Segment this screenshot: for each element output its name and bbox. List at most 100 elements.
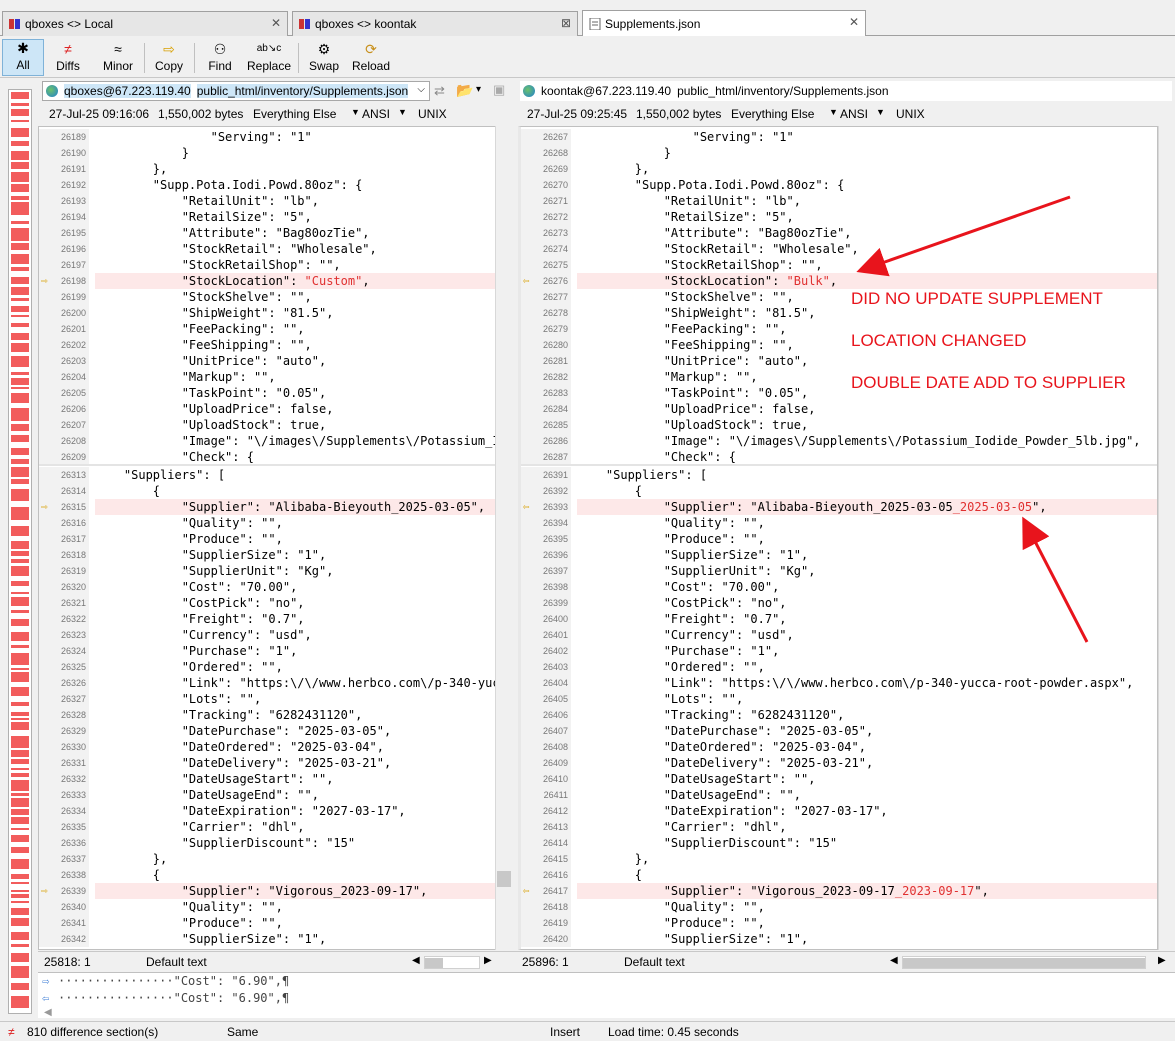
- arrow-right-icon[interactable]: ⇨: [41, 885, 48, 897]
- code-line[interactable]: 26334 "DateExpiration": "2027-03-17",: [39, 803, 497, 819]
- code-line[interactable]: 26395 "Produce": "",: [521, 531, 1157, 547]
- code-line[interactable]: 26325 "Ordered": "",: [39, 659, 497, 675]
- replace-button[interactable]: ab↘c Replace: [246, 39, 292, 76]
- arrow-right-icon[interactable]: ⇨: [41, 275, 48, 287]
- diff-marker[interactable]: [11, 393, 29, 403]
- diff-marker[interactable]: [11, 944, 29, 947]
- code-line[interactable]: 26410 "DateUsageStart": "",: [521, 771, 1157, 787]
- diff-marker[interactable]: [11, 702, 29, 706]
- diff-marker[interactable]: [11, 267, 29, 271]
- diff-marker[interactable]: [11, 448, 29, 455]
- diff-marker[interactable]: [11, 835, 29, 842]
- code-line[interactable]: 26342 "SupplierSize": "1",: [39, 931, 497, 947]
- diff-marker[interactable]: [11, 435, 29, 442]
- scroll-right-icon[interactable]: ▶: [484, 955, 492, 966]
- diff-marker[interactable]: [11, 780, 29, 791]
- code-line[interactable]: 26205 "TaskPoint": "0.05",: [39, 385, 497, 401]
- code-line[interactable]: 26409 "DateDelivery": "2025-03-21",: [521, 755, 1157, 771]
- tab-supplements-json[interactable]: Supplements.json ✕: [582, 10, 866, 36]
- diff-marker[interactable]: [11, 306, 29, 312]
- diff-marker[interactable]: [11, 610, 29, 613]
- diff-marker[interactable]: [11, 120, 29, 122]
- code-line[interactable]: 26335 "Carrier": "dhl",: [39, 819, 497, 835]
- code-line[interactable]: 26329 "DatePurchase": "2025-03-05",: [39, 723, 497, 739]
- code-line[interactable]: 26416 {: [521, 867, 1157, 883]
- scroll-left-icon[interactable]: ◀: [44, 1007, 52, 1018]
- diff-marker[interactable]: [11, 592, 29, 594]
- code-line[interactable]: 26280 "FeeShipping": "",: [521, 337, 1157, 353]
- code-line[interactable]: 26194 "RetailSize": "5",: [39, 209, 497, 225]
- code-line[interactable]: 26269 },: [521, 161, 1157, 177]
- code-line[interactable]: 26338 {: [39, 867, 497, 883]
- code-line[interactable]: 26326 "Link": "https:\/\/www.herbco.com\…: [39, 675, 497, 691]
- chevron-down-icon[interactable]: ▼: [398, 107, 407, 117]
- diff-marker[interactable]: [11, 196, 29, 200]
- code-line[interactable]: 26324 "Purchase": "1",: [39, 643, 497, 659]
- diff-marker[interactable]: [11, 243, 29, 250]
- diff-marker[interactable]: [11, 141, 29, 146]
- code-line[interactable]: 26314 {: [39, 483, 497, 499]
- diff-marker[interactable]: [11, 874, 29, 879]
- sync-icon[interactable]: ⇄: [434, 83, 445, 99]
- left-encoding-select[interactable]: ANSI: [362, 107, 390, 121]
- diff-marker[interactable]: [11, 953, 29, 962]
- code-line[interactable]: 26193 "RetailUnit": "lb",: [39, 193, 497, 209]
- diff-marker[interactable]: [11, 901, 29, 903]
- code-line[interactable]: 26333 "DateUsageEnd": "",: [39, 787, 497, 803]
- code-line[interactable]: 26313 "Suppliers": [: [39, 467, 497, 483]
- code-line[interactable]: 26322 "Freight": "0.7",: [39, 611, 497, 627]
- scroll-thumb[interactable]: [497, 871, 511, 887]
- code-line[interactable]: 26270 "Supp.Pota.Iodi.Powd.80oz": {: [521, 177, 1157, 193]
- diff-marker[interactable]: [11, 890, 29, 892]
- diff-marker[interactable]: [11, 687, 29, 696]
- code-line[interactable]: 26404 "Link": "https:\/\/www.herbco.com\…: [521, 675, 1157, 691]
- diff-marker[interactable]: [11, 479, 29, 484]
- arrow-left-icon[interactable]: ⇦: [523, 275, 530, 287]
- right-path-input[interactable]: koontak@67.223.119.40 public_html/invent…: [520, 81, 1172, 101]
- diff-marker[interactable]: [11, 315, 29, 317]
- code-line[interactable]: 26411 "DateUsageEnd": "",: [521, 787, 1157, 803]
- code-line[interactable]: 26414 "SupplierDiscount": "15": [521, 835, 1157, 851]
- code-line[interactable]: 26195 "Attribute": "Bag80ozTie",: [39, 225, 497, 241]
- difference-map[interactable]: [8, 89, 32, 1014]
- diff-marker[interactable]: [11, 162, 29, 169]
- code-line[interactable]: 26412 "DateExpiration": "2027-03-17",: [521, 803, 1157, 819]
- code-line[interactable]: 26327 "Lots": "",: [39, 691, 497, 707]
- right-lineend[interactable]: UNIX: [896, 107, 925, 121]
- code-line[interactable]: 26285 "UploadStock": true,: [521, 417, 1157, 433]
- swap-button[interactable]: ⚙ Swap: [306, 39, 342, 76]
- tab-qboxes-local[interactable]: qboxes <> Local ✕: [2, 11, 288, 36]
- diff-marker[interactable]: [11, 424, 29, 431]
- diff-marker[interactable]: [11, 507, 29, 520]
- code-line[interactable]: 26206 "UploadPrice": false,: [39, 401, 497, 417]
- diff-marker[interactable]: [11, 932, 29, 940]
- code-line[interactable]: 26209 "Check": {: [39, 449, 497, 465]
- code-line[interactable]: 26336 "SupplierDiscount": "15": [39, 835, 497, 851]
- diff-marker[interactable]: [11, 221, 29, 224]
- code-line[interactable]: 26397 "SupplierUnit": "Kg",: [521, 563, 1157, 579]
- right-format-select[interactable]: Everything Else: [731, 107, 814, 121]
- code-line[interactable]: 26287 "Check": {: [521, 449, 1157, 465]
- copy-button[interactable]: ⇨ Copy: [150, 39, 188, 76]
- code-line[interactable]: 26273 "Attribute": "Bag80ozTie",: [521, 225, 1157, 241]
- code-line[interactable]: 26406 "Tracking": "6282431120",: [521, 707, 1157, 723]
- diff-marker[interactable]: [11, 597, 29, 606]
- diff-marker[interactable]: [11, 793, 29, 796]
- diff-marker[interactable]: [11, 372, 29, 375]
- diff-marker[interactable]: [11, 378, 29, 385]
- diff-marker[interactable]: [11, 287, 29, 295]
- diff-line[interactable]: 26276 ⇦ "StockLocation": "Bulk",: [521, 273, 1157, 289]
- diff-marker[interactable]: [11, 759, 29, 764]
- diff-marker[interactable]: [11, 333, 29, 340]
- diff-marker[interactable]: [11, 128, 29, 137]
- diff-marker[interactable]: [11, 202, 29, 215]
- chevron-down-icon[interactable]: ▼: [351, 107, 360, 117]
- arrow-left-icon[interactable]: ⇦: [523, 501, 530, 513]
- diff-marker[interactable]: [11, 298, 29, 301]
- code-line[interactable]: 26415 },: [521, 851, 1157, 867]
- diff-marker[interactable]: [11, 526, 29, 536]
- code-line[interactable]: 26199 "StockShelve": "",: [39, 289, 497, 305]
- code-line[interactable]: 26403 "Ordered": "",: [521, 659, 1157, 675]
- chevron-down-icon[interactable]: ▾: [476, 84, 481, 95]
- code-line[interactable]: 26317 "Produce": "",: [39, 531, 497, 547]
